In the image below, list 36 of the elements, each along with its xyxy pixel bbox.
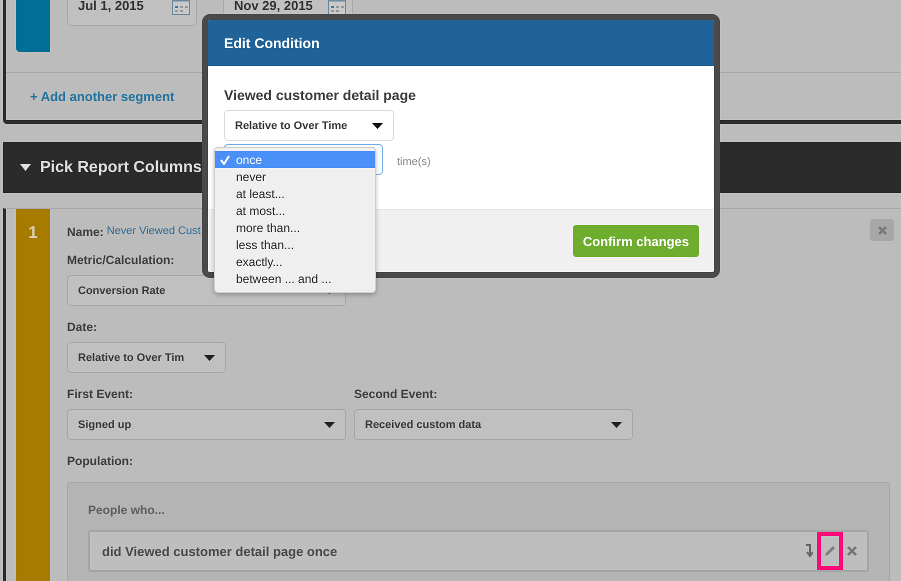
segment-stripe <box>16 0 50 52</box>
date-field[interactable]: Jul 1, 2015 <box>67 0 197 26</box>
menu-item[interactable]: exactly... <box>215 253 375 270</box>
close-button[interactable] <box>870 219 894 241</box>
pencil-icon[interactable] <box>823 544 837 558</box>
modal-title: Edit Condition <box>224 35 320 51</box>
caret-icon <box>324 422 335 428</box>
select-dropdown[interactable]: Signed up <box>67 409 346 440</box>
name-label: Name: <box>67 225 104 239</box>
select-dropdown[interactable]: Relative to Over Tim <box>67 342 226 373</box>
caret-icon <box>611 422 622 428</box>
field-label: Second Event: <box>354 387 438 401</box>
menu-item[interactable]: more than... <box>215 219 375 236</box>
field-label: Metric/Calculation: <box>67 253 174 267</box>
caret-icon <box>204 354 215 360</box>
field-label: Date: <box>67 320 98 334</box>
caret-icon <box>372 122 383 128</box>
column-number: 1 <box>28 223 38 243</box>
condition-text: did Viewed customer detail page once <box>102 544 338 558</box>
population-intro: People who... <box>88 503 166 517</box>
close-icon[interactable] <box>847 546 857 556</box>
select-dropdown[interactable]: Relative to Over Time <box>224 110 394 141</box>
field-label: Population: <box>67 454 133 468</box>
unit-label: time(s) <box>397 156 431 168</box>
checkmark-icon <box>220 154 230 164</box>
menu-item[interactable]: less than... <box>215 236 375 253</box>
menu-item[interactable]: at most... <box>215 202 375 219</box>
menu-item[interactable]: never <box>215 168 375 185</box>
select-dropdown[interactable]: Received custom data <box>354 409 633 440</box>
field-label: First Event: <box>67 387 134 401</box>
close-icon <box>878 226 886 234</box>
sort-icon[interactable] <box>805 544 813 558</box>
event-name: Viewed customer detail page <box>224 87 417 103</box>
calendar-icon <box>328 0 346 15</box>
calendar-icon <box>172 0 190 15</box>
menu-item[interactable]: at least... <box>215 185 375 202</box>
